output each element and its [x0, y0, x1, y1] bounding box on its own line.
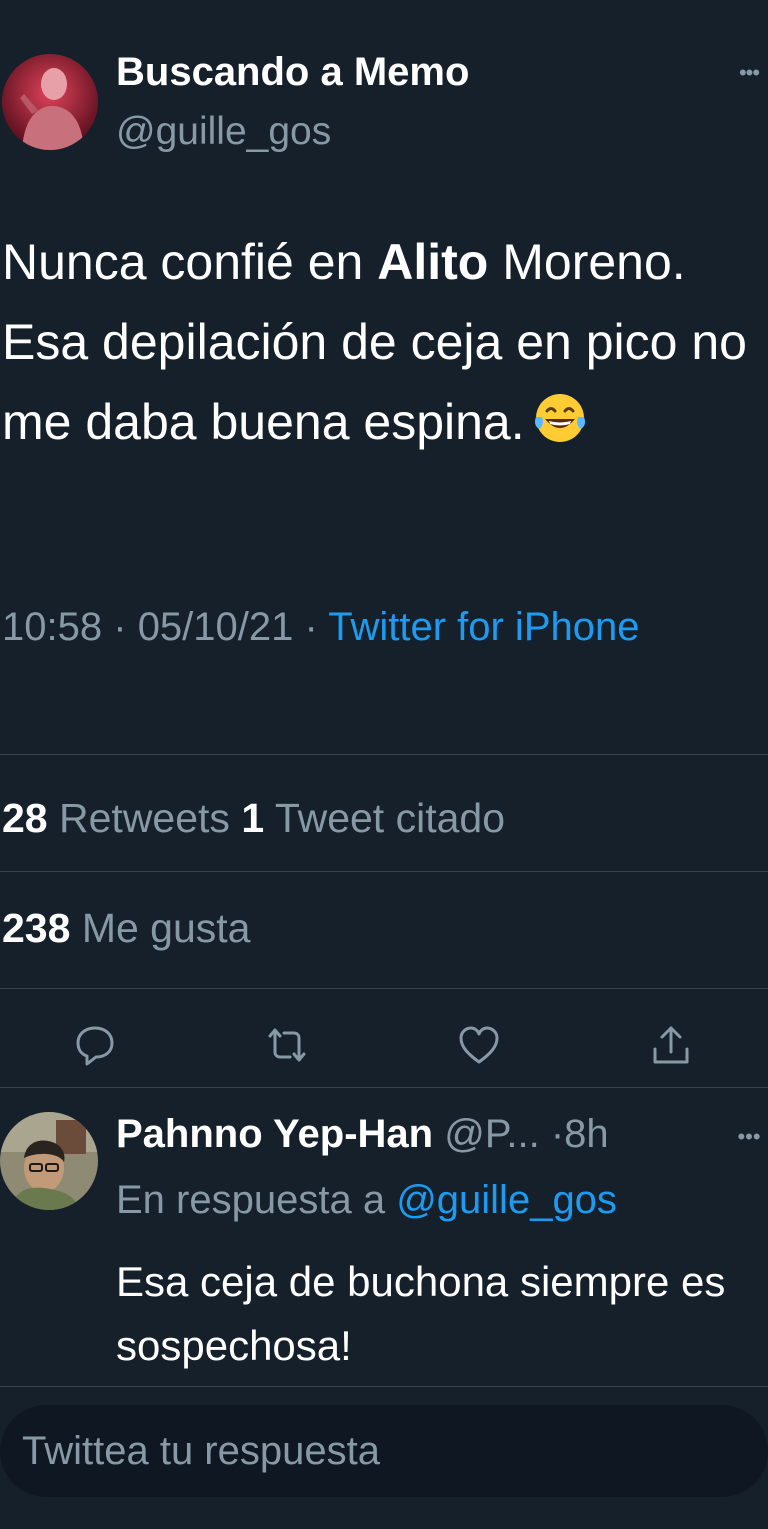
likes-stats: 238 Me gusta — [2, 905, 250, 952]
retweets-count[interactable]: 28 — [2, 795, 48, 841]
divider — [0, 754, 768, 755]
quotes-label[interactable]: Tweet citado — [275, 795, 505, 841]
reply-time: ·8h — [550, 1112, 609, 1156]
divider — [0, 988, 768, 989]
divider — [0, 871, 768, 872]
more-options-icon[interactable]: ••• — [734, 58, 764, 88]
laughing-tears-emoji-icon — [533, 388, 587, 442]
retweet-icon[interactable] — [264, 1022, 310, 1068]
reply-author-name[interactable]: Pahnno Yep-Han — [116, 1112, 433, 1156]
meta-separator: · — [113, 605, 127, 649]
tweet-text: Nunca confié en Alito Moreno. Esa depila… — [2, 222, 762, 462]
meta-separator: · — [304, 605, 318, 649]
retweets-label[interactable]: Retweets — [59, 795, 230, 841]
author-handle[interactable]: @guille_gos — [116, 110, 331, 154]
tweet-source-link[interactable]: Twitter for iPhone — [328, 605, 639, 649]
divider — [0, 1386, 768, 1387]
reply-more-options-icon[interactable]: ••• — [734, 1122, 764, 1152]
reply-author-handle[interactable]: @P... — [444, 1112, 539, 1156]
reply-icon[interactable] — [72, 1022, 118, 1068]
quotes-count[interactable]: 1 — [241, 795, 264, 841]
reply-composer — [0, 1405, 768, 1497]
tweet-time: 10:58 — [2, 605, 103, 649]
author-name[interactable]: Buscando a Memo — [116, 50, 469, 95]
divider — [0, 1087, 768, 1088]
likes-count[interactable]: 238 — [2, 905, 70, 951]
share-icon[interactable] — [648, 1022, 694, 1068]
in-reply-to-prefix: En respuesta a — [116, 1178, 386, 1222]
in-reply-to: En respuesta a @guille_gos — [116, 1178, 617, 1223]
author-avatar[interactable] — [2, 54, 98, 150]
retweet-stats: 28 Retweets 1 Tweet citado — [2, 795, 505, 842]
tweet-text-bold: Alito — [377, 234, 489, 290]
reply-text: Esa ceja de buchona siempre es sospechos… — [116, 1258, 726, 1369]
reply-author-avatar[interactable] — [0, 1112, 98, 1210]
likes-label[interactable]: Me gusta — [82, 905, 251, 951]
reply-author[interactable]: Pahnno Yep-Han @P... ·8h — [116, 1112, 609, 1157]
tweet-date: 05/10/21 — [137, 605, 294, 649]
tweet-meta: 10:58 · 05/10/21 · Twitter for iPhone — [2, 595, 722, 659]
tweet-text-start: Nunca confié en — [2, 234, 378, 290]
like-icon[interactable] — [456, 1022, 502, 1068]
reply-input[interactable] — [22, 1405, 742, 1497]
in-reply-to-mention[interactable]: @guille_gos — [396, 1178, 617, 1222]
